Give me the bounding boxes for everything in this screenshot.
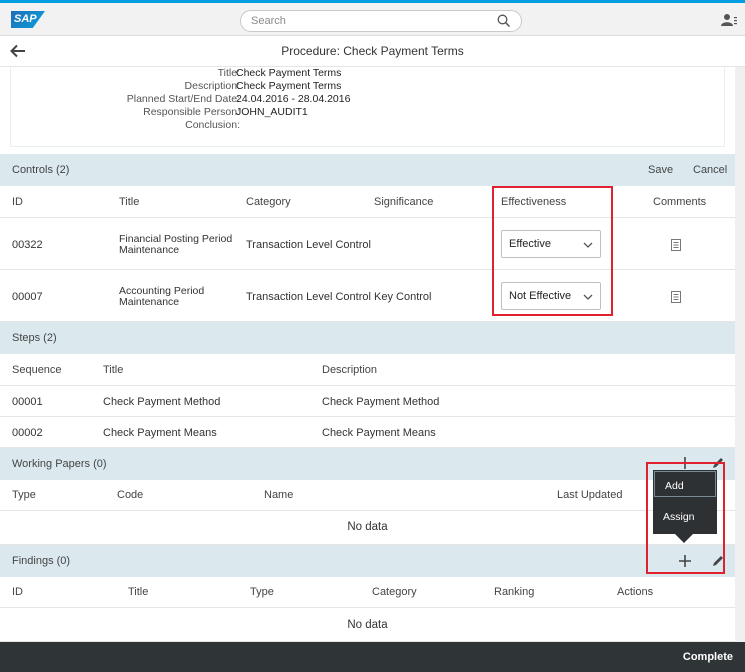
col-actions: Actions bbox=[617, 586, 654, 598]
working-papers-section-header: Working Papers (0) bbox=[0, 448, 735, 480]
table-row[interactable]: 00001 Check Payment Method Check Payment… bbox=[0, 386, 735, 417]
controls-column-header: ID Title Category Significance Effective… bbox=[0, 186, 735, 218]
row-title: Accounting Period Maintenance bbox=[119, 285, 205, 308]
effectiveness-highlight bbox=[492, 186, 613, 316]
no-data-text: No data bbox=[347, 619, 388, 631]
row-sequence: 00001 bbox=[12, 396, 43, 408]
popover-highlight bbox=[646, 462, 725, 574]
row-title: Financial Posting Period Maintenance bbox=[119, 233, 233, 256]
row-description: Check Payment Means bbox=[322, 427, 436, 439]
field-title: Title: Check Payment Terms bbox=[217, 67, 342, 79]
field-planned-dates: Planned Start/End Date: 24.04.2016 - 28.0… bbox=[126, 93, 351, 105]
col-significance: Significance bbox=[374, 196, 434, 208]
col-category: Category bbox=[372, 586, 417, 598]
col-title: Title bbox=[128, 586, 149, 598]
field-responsible-person: Responsible Person: JOHN_AUDIT1 bbox=[143, 106, 308, 118]
info-card: Title: Check Payment Terms Description: Ch… bbox=[10, 67, 725, 147]
controls-section-header: Controls (2) Save Cancel bbox=[0, 154, 735, 186]
steps-section-header: Steps (2) bbox=[0, 322, 735, 354]
controls-title: Controls (2) bbox=[12, 164, 70, 176]
findings-empty-row: No data bbox=[0, 608, 735, 642]
steps-title: Steps (2) bbox=[12, 332, 57, 344]
col-ranking: Ranking bbox=[494, 586, 535, 598]
findings-column-header: ID Title Type Category Ranking Actions bbox=[0, 577, 735, 608]
complete-button[interactable]: Complete bbox=[683, 651, 733, 663]
search-field[interactable] bbox=[240, 10, 522, 32]
search-input[interactable] bbox=[251, 14, 491, 28]
row-category: Transaction Level Control bbox=[246, 239, 371, 251]
field-description: Description: Check Payment Terms bbox=[184, 80, 342, 92]
comment-icon[interactable] bbox=[671, 291, 681, 303]
col-type: Type bbox=[12, 489, 36, 501]
search-icon[interactable] bbox=[497, 14, 511, 31]
col-last-updated: Last Updated bbox=[557, 489, 623, 501]
col-description: Description bbox=[322, 364, 378, 376]
col-id: ID bbox=[12, 196, 23, 208]
sap-logo: SAP bbox=[11, 11, 45, 28]
findings-title: Findings (0) bbox=[12, 555, 71, 567]
field-conclusion: Conclusion: bbox=[185, 119, 240, 131]
row-id: 00007 bbox=[12, 291, 43, 303]
steps-column-header: Sequence Title Description bbox=[0, 354, 735, 386]
table-row[interactable]: 00007 Accounting Period Maintenance Tran… bbox=[0, 270, 735, 322]
col-comments: Comments bbox=[653, 196, 707, 208]
cancel-button[interactable]: Cancel bbox=[693, 164, 727, 176]
col-name: Name bbox=[264, 489, 294, 501]
row-sequence: 00002 bbox=[12, 427, 43, 439]
col-title: Title bbox=[103, 364, 124, 376]
table-row[interactable]: 00002 Check Payment Means Check Payment … bbox=[0, 417, 735, 448]
col-type: Type bbox=[250, 586, 274, 598]
table-row[interactable]: 00322 Financial Posting Period Maintenan… bbox=[0, 218, 735, 270]
col-category: Category bbox=[246, 196, 291, 208]
col-code: Code bbox=[117, 489, 144, 501]
working-papers-empty-row: No data bbox=[0, 511, 735, 545]
row-title: Check Payment Means bbox=[103, 427, 217, 439]
working-papers-column-header: Type Code Name Last Updated bbox=[0, 480, 735, 511]
footer-bar: Complete bbox=[0, 642, 745, 672]
findings-section-header: Findings (0) bbox=[0, 545, 735, 577]
no-data-text: No data bbox=[347, 521, 388, 533]
user-icon[interactable] bbox=[721, 13, 737, 30]
page-header: Procedure: Check Payment Terms bbox=[0, 36, 745, 67]
shell-bar: SAP bbox=[0, 0, 745, 36]
save-button[interactable]: Save bbox=[648, 164, 673, 176]
col-title: Title bbox=[119, 196, 140, 208]
row-significance: Key Control bbox=[374, 291, 432, 303]
col-sequence: Sequence bbox=[12, 364, 62, 376]
scrollbar[interactable] bbox=[735, 67, 745, 642]
row-category: Transaction Level Control bbox=[246, 291, 371, 303]
row-title: Check Payment Method bbox=[103, 396, 221, 408]
row-id: 00322 bbox=[12, 239, 43, 251]
working-papers-title: Working Papers (0) bbox=[12, 458, 107, 470]
comment-icon[interactable] bbox=[671, 239, 681, 251]
procedure-header-info: Title: Check Payment Terms Description: Ch… bbox=[0, 67, 745, 154]
page-title: Procedure: Check Payment Terms bbox=[281, 44, 464, 58]
row-description: Check Payment Method bbox=[322, 396, 440, 408]
col-id: ID bbox=[12, 586, 23, 598]
